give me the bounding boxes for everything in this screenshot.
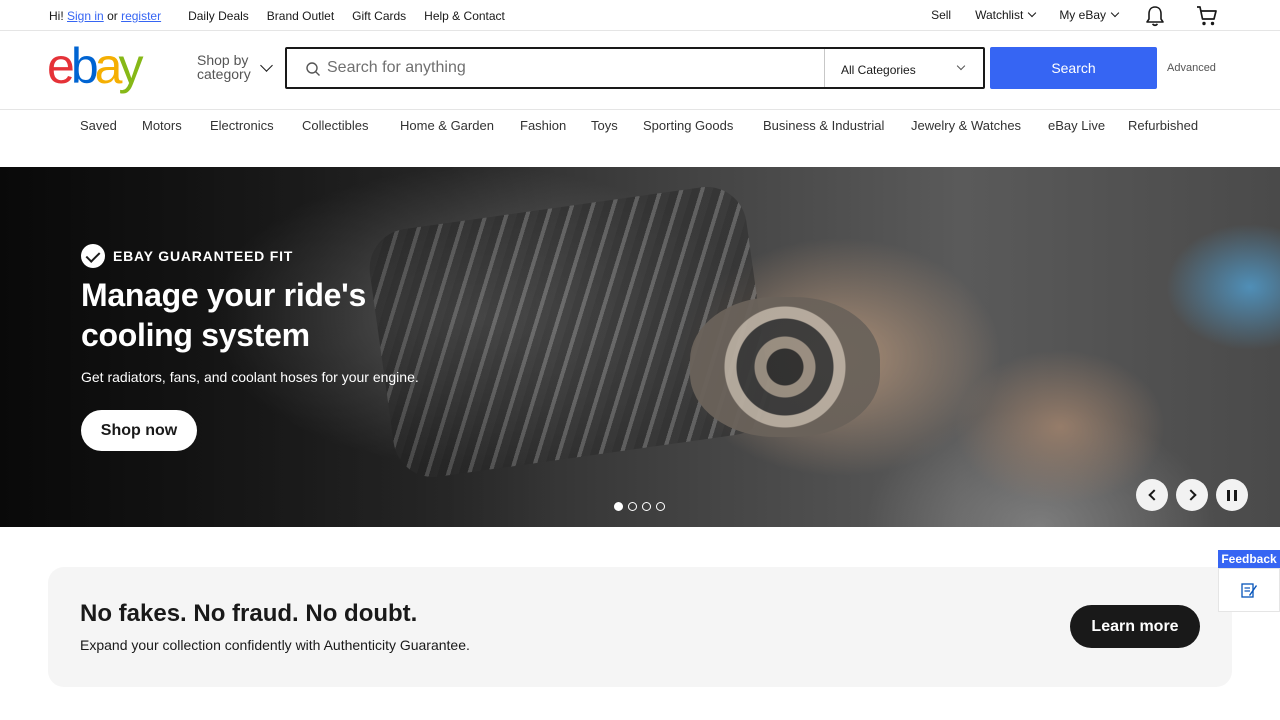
sign-in-link[interactable]: Sign in bbox=[67, 9, 104, 23]
authenticity-promo: No fakes. No fraud. No doubt. Expand you… bbox=[48, 567, 1232, 687]
category-label: category bbox=[197, 66, 251, 82]
nav-item-sporting-goods[interactable]: Sporting Goods bbox=[643, 118, 733, 133]
nav-item-home-garden[interactable]: Home & Garden bbox=[400, 118, 494, 133]
nav-item-motors[interactable]: Motors bbox=[142, 118, 182, 133]
register-link[interactable]: register bbox=[121, 9, 161, 23]
help-contact-link[interactable]: Help & Contact bbox=[424, 9, 505, 23]
daily-deals-link[interactable]: Daily Deals bbox=[188, 9, 249, 23]
nav-item-fashion[interactable]: Fashion bbox=[520, 118, 566, 133]
chevron-left-icon bbox=[1147, 489, 1160, 501]
search-button[interactable]: Search bbox=[990, 47, 1157, 89]
watchlist-menu[interactable]: Watchlist bbox=[975, 8, 1037, 22]
search-bar: All Categories bbox=[285, 47, 985, 89]
my-ebay-menu[interactable]: My eBay bbox=[1059, 8, 1120, 22]
guaranteed-fit-badge: EBAY GUARANTEED FIT bbox=[81, 244, 293, 268]
chevron-right-icon bbox=[1184, 489, 1197, 501]
learn-more-button[interactable]: Learn more bbox=[1070, 605, 1200, 648]
chevron-down-icon[interactable] bbox=[260, 59, 273, 72]
nav-item-electronics[interactable]: Electronics bbox=[210, 118, 274, 133]
category-select[interactable]: All Categories bbox=[824, 49, 983, 87]
top-utility-bar: Hi! Sign in or register Daily Deals Bran… bbox=[0, 0, 1280, 31]
nav-item-ebay-live[interactable]: eBay Live bbox=[1048, 118, 1105, 133]
shop-now-button[interactable]: Shop now bbox=[81, 410, 197, 451]
hero-subtitle: Get radiators, fans, and coolant hoses f… bbox=[81, 369, 419, 385]
brand-outlet-link[interactable]: Brand Outlet bbox=[267, 9, 334, 23]
nav-item-collectibles[interactable]: Collectibles bbox=[302, 118, 368, 133]
carousel-pause-button[interactable] bbox=[1216, 479, 1248, 511]
carousel-dots bbox=[614, 502, 670, 511]
carousel-next-button[interactable] bbox=[1176, 479, 1208, 511]
carousel-dot[interactable] bbox=[628, 502, 637, 511]
carousel-prev-button[interactable] bbox=[1136, 479, 1168, 511]
greeting: Hi! Sign in or register bbox=[49, 9, 161, 23]
top-left-links: Hi! Sign in or register Daily Deals Bran… bbox=[49, 9, 523, 23]
nav-item-toys[interactable]: Toys bbox=[591, 118, 618, 133]
category-select-value: All Categories bbox=[841, 63, 916, 77]
cart-icon[interactable] bbox=[1196, 5, 1218, 27]
chevron-down-icon bbox=[956, 61, 966, 71]
hero-title: Manage your ride's cooling system bbox=[81, 277, 366, 353]
shop-by-category-button[interactable]: Shop by category bbox=[197, 53, 251, 81]
hero-carousel: EBAY GUARANTEED FIT Manage your ride's c… bbox=[0, 167, 1280, 527]
nav-item-refurbished[interactable]: Refurbished bbox=[1128, 118, 1198, 133]
feedback-label: Feedback bbox=[1218, 550, 1280, 568]
sell-link[interactable]: Sell bbox=[931, 8, 951, 22]
promo-text: Expand your collection confidently with … bbox=[80, 637, 470, 653]
nav-item-jewelry-watches[interactable]: Jewelry & Watches bbox=[911, 118, 1021, 133]
ebay-logo[interactable]: ebay bbox=[47, 38, 143, 94]
search-input[interactable] bbox=[327, 56, 807, 80]
chevron-down-icon bbox=[1110, 8, 1120, 18]
nav-item-business-industrial[interactable]: Business & Industrial bbox=[763, 118, 884, 133]
gift-cards-link[interactable]: Gift Cards bbox=[352, 9, 406, 23]
logo-letter-y: y bbox=[118, 38, 143, 94]
watchlist-label: Watchlist bbox=[975, 8, 1024, 22]
category-nav: Saved Motors Electronics Collectibles Ho… bbox=[0, 118, 1280, 138]
sell-label: Sell bbox=[931, 8, 952, 22]
hero-image-radiator-cap bbox=[690, 297, 880, 437]
feedback-tab[interactable]: Feedback bbox=[1218, 550, 1280, 612]
advanced-search-link[interactable]: Advanced bbox=[1167, 62, 1216, 74]
search-icon bbox=[306, 62, 320, 76]
feedback-icon-box bbox=[1218, 568, 1280, 612]
badge-label: EBAY GUARANTEED FIT bbox=[113, 248, 294, 264]
greeting-prefix: Hi! bbox=[49, 9, 64, 23]
carousel-dot[interactable] bbox=[642, 502, 651, 511]
promo-title: No fakes. No fraud. No doubt. bbox=[80, 600, 418, 627]
pause-icon bbox=[1225, 489, 1239, 501]
bell-icon[interactable] bbox=[1145, 5, 1165, 27]
logo-letter-b: b bbox=[70, 38, 99, 94]
main-header: ebay Shop by category All Categories Sea… bbox=[0, 31, 1280, 110]
carousel-dot[interactable] bbox=[656, 502, 665, 511]
my-ebay-label: My eBay bbox=[1059, 8, 1106, 22]
logo-letter-a: a bbox=[94, 38, 123, 94]
feedback-icon bbox=[1241, 583, 1257, 598]
logo-letter-e: e bbox=[47, 38, 75, 94]
nav-item-saved[interactable]: Saved bbox=[80, 118, 117, 133]
carousel-dot[interactable] bbox=[614, 502, 623, 511]
top-right-links: Sell Watchlist My eBay bbox=[907, 8, 1218, 22]
shop-by-label: Shop by bbox=[197, 52, 249, 68]
checkmark-icon bbox=[81, 244, 105, 268]
chevron-down-icon bbox=[1028, 8, 1037, 18]
greeting-or: or bbox=[107, 9, 118, 23]
